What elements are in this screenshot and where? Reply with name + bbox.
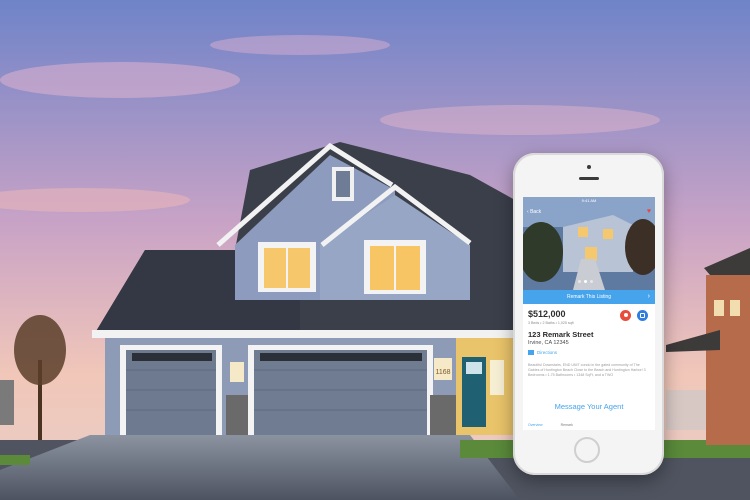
remark-listing-label: Remark This Listing xyxy=(566,294,612,300)
status-bar: 9:41 AM xyxy=(581,198,597,203)
map-pin-icon[interactable] xyxy=(620,310,631,321)
listing-photo[interactable] xyxy=(523,197,655,290)
phone-mockup: 9:41 AM ‹ Back ♥ Remark This Listing › $… xyxy=(513,153,664,475)
svg-text:1168: 1168 xyxy=(435,369,450,376)
phone-screen: 9:41 AM ‹ Back ♥ Remark This Listing › $… xyxy=(523,197,655,430)
carousel-dot[interactable] xyxy=(578,280,581,283)
back-label: Back xyxy=(530,209,542,215)
home-button[interactable] xyxy=(574,437,600,463)
share-icon[interactable] xyxy=(637,310,648,321)
heart-icon[interactable]: ♥ xyxy=(647,208,651,215)
message-agent-button[interactable]: Message Your Agent xyxy=(523,402,655,411)
listing-street: 123 Remark Street xyxy=(528,330,594,339)
map-icon xyxy=(528,350,534,355)
listing-city: Irvine, CA 12345 xyxy=(528,340,569,346)
listing-description: Beautiful Downstairs, END UNIT condo in … xyxy=(528,363,646,377)
footer-tabs: Overview Remark xyxy=(528,423,573,427)
camera-icon xyxy=(587,165,591,169)
listing-price: $512,000 xyxy=(528,309,566,319)
chevron-right-icon: › xyxy=(647,293,650,300)
tab-remark[interactable]: Remark xyxy=(561,423,573,427)
listing-specs: 3 Beds • 2 Baths • 1,025 sqft xyxy=(528,321,574,325)
tab-overview[interactable]: Overview xyxy=(528,423,543,427)
back-button[interactable]: ‹ Back xyxy=(527,209,541,215)
speaker-grille xyxy=(579,177,599,180)
carousel-dot[interactable] xyxy=(590,280,593,283)
carousel-dot-active[interactable] xyxy=(584,280,587,283)
carousel-dots[interactable] xyxy=(578,280,593,283)
remark-listing-button[interactable]: Remark This Listing › xyxy=(523,290,655,304)
directions-label: Directions xyxy=(537,350,558,355)
directions-link[interactable]: Directions xyxy=(528,350,557,355)
